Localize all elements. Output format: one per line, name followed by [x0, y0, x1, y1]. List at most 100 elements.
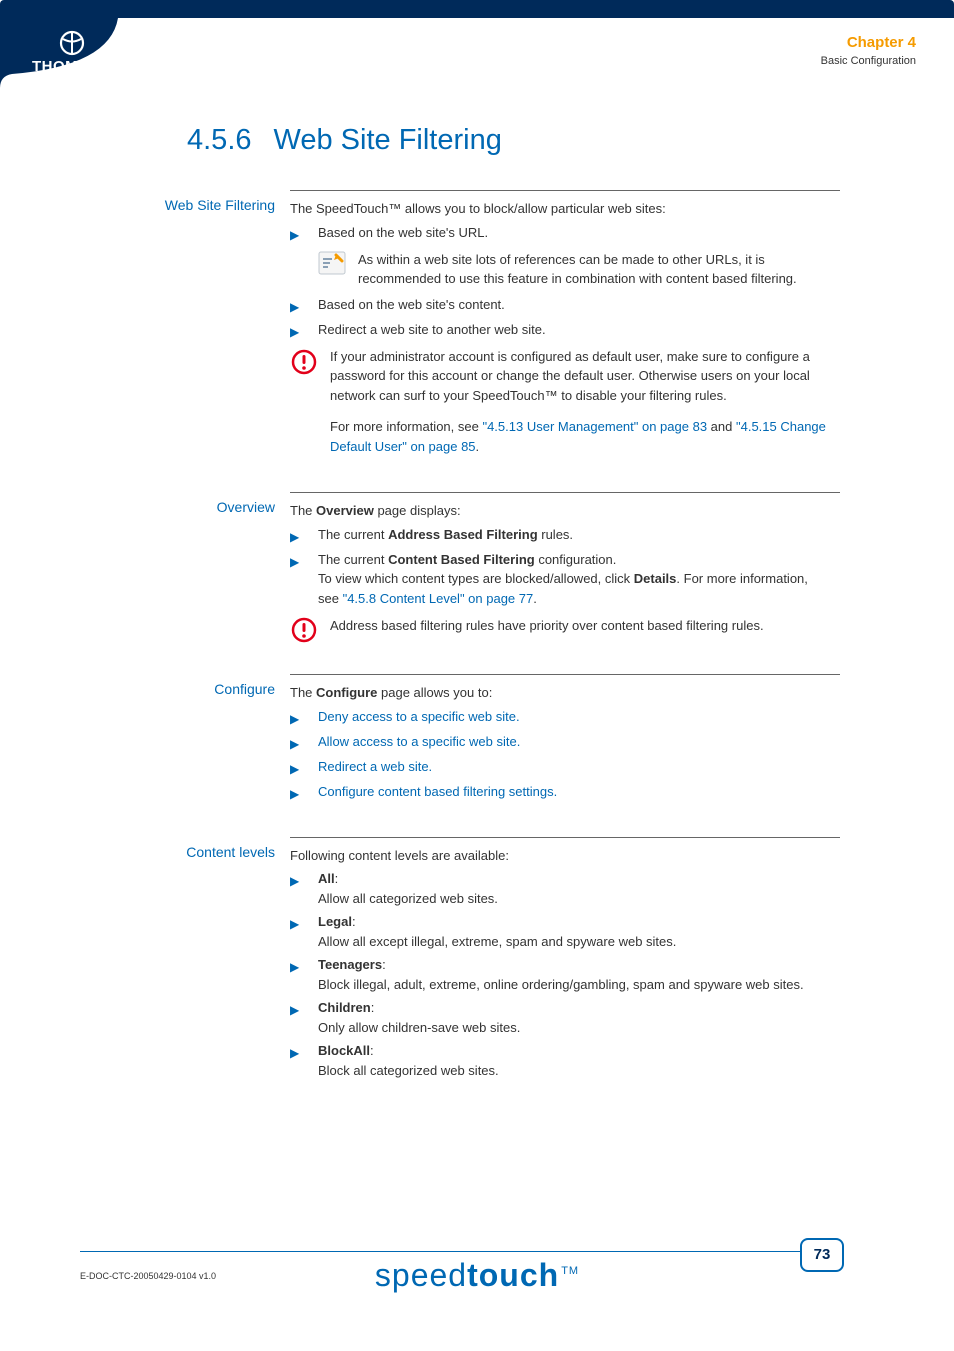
bullet-icon: ▶	[290, 525, 318, 546]
text: To view which content types are blocked/…	[318, 571, 634, 586]
bullet-icon: ▶	[290, 998, 318, 1037]
bullet-body: All:Allow all categorized web sites.	[318, 869, 830, 908]
tm-mark: TM	[561, 1265, 579, 1277]
logo-thin: speed	[375, 1257, 467, 1293]
content-area: Web Site Filtering The SpeedTouch™ allow…	[0, 190, 840, 1114]
row-configure: Configure The Configure page allows you …	[290, 674, 840, 807]
section-heading: 4.5.6 Web Site Filtering	[187, 124, 502, 157]
tip-note: As within a web site lots of references …	[318, 250, 830, 289]
bullet-item: ▶ The current Content Based Filtering co…	[290, 550, 830, 609]
bullet-body: Legal:Allow all except illegal, extreme,…	[318, 912, 830, 951]
bullet-text: Allow access to a specific web site.	[318, 732, 830, 753]
text: page displays:	[374, 503, 461, 518]
warn-text: If your administrator account is configu…	[330, 347, 830, 406]
intro-text: The Configure page allows you to:	[290, 683, 830, 703]
header-curve	[0, 18, 954, 108]
intro-text: The Overview page displays:	[290, 501, 830, 521]
section-number: 4.5.6	[187, 124, 252, 156]
text-bold: Configure	[316, 685, 377, 700]
bullet-icon: ▶	[290, 912, 318, 951]
bullet-item: ▶ The current Address Based Filtering ru…	[290, 525, 830, 546]
bullet-icon: ▶	[290, 295, 318, 316]
warn-note: Address based filtering rules have prior…	[290, 616, 830, 644]
row-body: The Overview page displays: ▶ The curren…	[290, 501, 830, 644]
text: configuration.	[535, 552, 617, 567]
tip-text: As within a web site lots of references …	[358, 250, 830, 289]
header-bar	[0, 0, 954, 18]
bullet-item: ▶ Children:Only allow children-save web …	[290, 998, 830, 1037]
bullet-item: ▶ Based on the web site's content.	[290, 295, 830, 316]
bullet-icon: ▶	[290, 550, 318, 609]
bullet-item: ▶Allow access to a specific web site.	[290, 732, 830, 753]
text-bold: Overview	[316, 503, 374, 518]
text-bold: Content Based Filtering	[388, 552, 535, 567]
text: For more information, see	[330, 419, 482, 434]
text: The	[290, 685, 316, 700]
level-name: All	[318, 871, 335, 886]
globe-icon	[59, 30, 85, 56]
row-body: The SpeedTouch™ allows you to block/allo…	[290, 199, 830, 462]
footer-divider	[80, 1251, 844, 1252]
bullet-text: Based on the web site's URL.	[318, 223, 830, 244]
bullet-icon: ▶	[290, 223, 318, 244]
level-desc: Block illegal, adult, extreme, online or…	[318, 977, 804, 992]
bullet-text: The current Content Based Filtering conf…	[318, 550, 830, 609]
chapter-subtitle: Basic Configuration	[821, 55, 916, 67]
footer: 73 E-DOC-CTC-20050429-0104 v1.0 speedtou…	[0, 1251, 954, 1311]
row-label: Overview	[120, 499, 275, 515]
bullet-text: The current Address Based Filtering rule…	[318, 525, 830, 546]
level-name: Children	[318, 1000, 371, 1015]
tip-icon	[318, 250, 358, 289]
link-content-level[interactable]: "4.5.8 Content Level" on page 77	[343, 591, 534, 606]
warn-text: Address based filtering rules have prior…	[330, 616, 830, 644]
text-bold: Address Based Filtering	[388, 527, 538, 542]
section-name: Web Site Filtering	[274, 124, 502, 156]
page: THOMSON Chapter 4 Basic Configuration 4.…	[0, 0, 954, 1351]
intro-text: Following content levels are available:	[290, 846, 830, 866]
level-desc: Allow all categorized web sites.	[318, 891, 498, 906]
text: The	[290, 503, 316, 518]
bullet-item: ▶ BlockAll:Block all categorized web sit…	[290, 1041, 830, 1080]
text: The current	[318, 527, 388, 542]
level-name: Legal	[318, 914, 352, 929]
row-content-levels: Content levels Following content levels …	[290, 837, 840, 1085]
brand-logo: THOMSON	[32, 30, 112, 74]
bullet-body: Children:Only allow children-save web si…	[318, 998, 830, 1037]
text: rules.	[538, 527, 573, 542]
warning-icon	[290, 616, 330, 644]
level-desc: Block all categorized web sites.	[318, 1063, 499, 1078]
row-label: Web Site Filtering	[120, 197, 275, 213]
bullet-item: ▶ Redirect a web site to another web sit…	[290, 320, 830, 341]
bullet-icon: ▶	[290, 320, 318, 341]
bullet-item: ▶ Based on the web site's URL.	[290, 223, 830, 244]
warn-note: If your administrator account is configu…	[290, 347, 830, 457]
warn-more: For more information, see "4.5.13 User M…	[330, 417, 830, 456]
row-label: Content levels	[120, 844, 275, 860]
bullet-icon: ▶	[290, 869, 318, 908]
bullet-body: Teenagers:Block illegal, adult, extreme,…	[318, 955, 830, 994]
logo-bold: touch	[467, 1257, 559, 1293]
text: page allows you to:	[377, 685, 492, 700]
link-user-management[interactable]: "4.5.13 User Management" on page 83	[482, 419, 707, 434]
level-name: BlockAll	[318, 1043, 370, 1058]
bullet-item: ▶Deny access to a specific web site.	[290, 707, 830, 728]
bullet-text: Configure content based filtering settin…	[318, 782, 830, 803]
brand-name: THOMSON	[32, 59, 112, 74]
bullet-item: ▶Configure content based filtering setti…	[290, 782, 830, 803]
bullet-icon: ▶	[290, 757, 318, 778]
text: The current	[318, 552, 388, 567]
warn-body: If your administrator account is configu…	[330, 347, 830, 457]
bullet-item: ▶ Legal:Allow all except illegal, extrem…	[290, 912, 830, 951]
bullet-icon: ▶	[290, 707, 318, 728]
chapter-block: Chapter 4 Basic Configuration	[821, 34, 916, 67]
level-name: Teenagers	[318, 957, 382, 972]
bullet-icon: ▶	[290, 782, 318, 803]
bullet-item: ▶ All:Allow all categorized web sites.	[290, 869, 830, 908]
text: and	[707, 419, 736, 434]
row-body: The Configure page allows you to: ▶Deny …	[290, 683, 830, 807]
intro-text: The SpeedTouch™ allows you to block/allo…	[290, 199, 830, 219]
warning-icon	[290, 347, 330, 457]
bullet-icon: ▶	[290, 955, 318, 994]
footer-logo: speedtouchTM	[0, 1257, 954, 1294]
row-filtering: Web Site Filtering The SpeedTouch™ allow…	[290, 190, 840, 462]
